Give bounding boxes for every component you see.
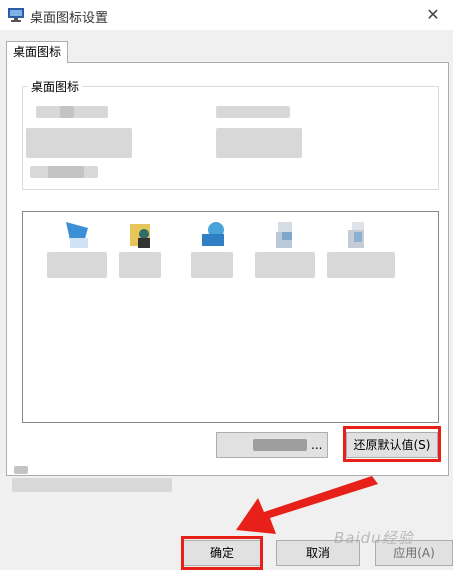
recycle-bin-empty-icon — [348, 222, 364, 248]
blurred-label — [327, 252, 395, 278]
close-button[interactable]: ✕ — [413, 0, 453, 30]
apply-button[interactable]: 应用(A) — [375, 540, 453, 566]
blurred-text — [253, 439, 307, 451]
blurred-text — [48, 166, 84, 178]
monitor-icon — [66, 222, 88, 248]
list-item[interactable] — [45, 216, 109, 286]
user-folder-icon — [130, 224, 150, 248]
close-icon: ✕ — [426, 5, 440, 24]
checkbox-option[interactable] — [26, 128, 132, 158]
group-legend: 桌面图标 — [28, 78, 83, 95]
blurred-text — [14, 466, 28, 474]
list-item[interactable] — [109, 216, 173, 286]
checkbox-option[interactable] — [216, 106, 290, 118]
desktop-settings-icon — [8, 8, 24, 22]
checkbox-option[interactable] — [216, 128, 302, 158]
list-item[interactable] — [181, 216, 245, 286]
checkbox-option[interactable] — [12, 478, 172, 492]
recycle-bin-full-icon — [276, 222, 292, 248]
change-icon-button[interactable]: ... — [216, 432, 328, 458]
list-item[interactable] — [251, 216, 315, 286]
blurred-label — [191, 252, 233, 278]
blurred-label — [47, 252, 107, 278]
list-item[interactable] — [323, 216, 395, 286]
blurred-text — [60, 106, 74, 118]
blurred-label — [255, 252, 315, 278]
ok-button[interactable]: 确定 — [183, 540, 261, 566]
change-icon-ellipsis: ... — [311, 438, 323, 452]
blurred-label — [119, 252, 161, 278]
icon-list[interactable] — [22, 211, 439, 423]
title-bar: 桌面图标设置 ✕ — [0, 0, 453, 30]
restore-default-button[interactable]: 还原默认值(S) — [346, 432, 438, 458]
cancel-button[interactable]: 取消 — [276, 540, 360, 566]
window-title: 桌面图标设置 — [30, 11, 109, 26]
network-icon — [202, 222, 224, 246]
tab-desktop-icons[interactable]: 桌面图标 — [6, 41, 68, 63]
